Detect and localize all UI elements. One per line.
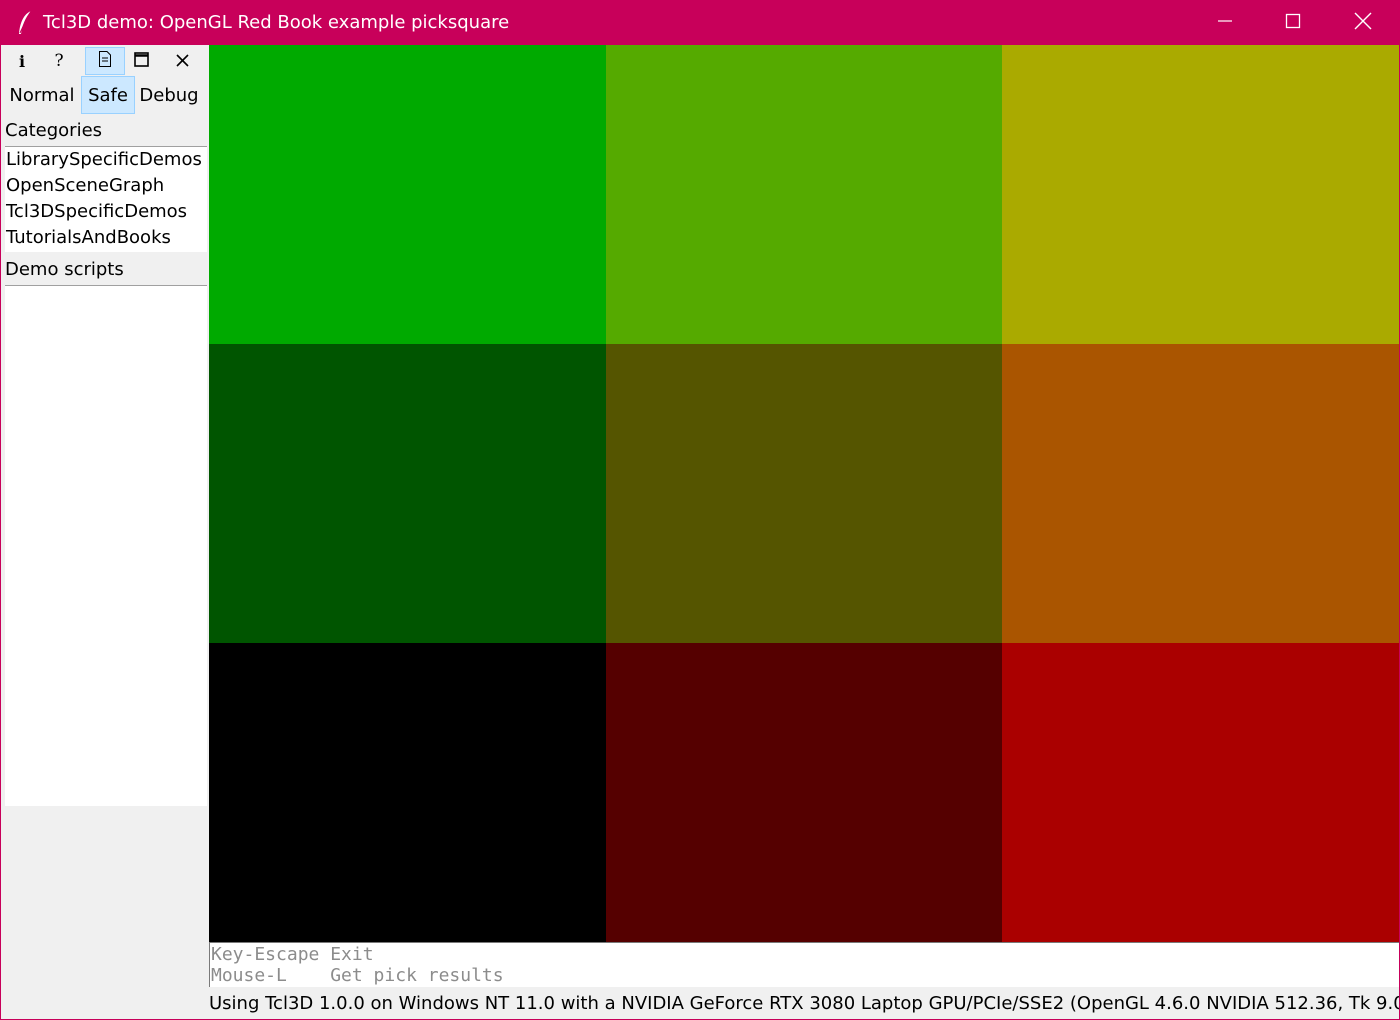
category-item[interactable]: Tcl3DSpecificDemos [5, 199, 207, 225]
sidebar: i ? Normal Safe Debug Categories Library… [2, 45, 208, 1019]
category-item[interactable]: TutorialsAndBooks [5, 225, 207, 251]
category-item[interactable]: OpenSceneGraph [5, 173, 207, 199]
info-button[interactable]: i [2, 47, 42, 75]
close-demo-button[interactable] [162, 47, 202, 75]
pick-square[interactable] [606, 643, 1002, 942]
close-button[interactable] [1329, 1, 1397, 45]
help-line: Key-Escape Exit [211, 944, 374, 965]
pick-square[interactable] [209, 45, 606, 344]
maximize-icon [1285, 13, 1301, 33]
demo-scripts-label: Demo scripts [5, 259, 124, 280]
pick-square[interactable] [1002, 643, 1399, 942]
window-button[interactable] [121, 47, 161, 75]
window-title: Tcl3D demo: OpenGL Red Book example pick… [43, 12, 510, 33]
pick-square[interactable] [606, 45, 1002, 344]
pick-square[interactable] [209, 344, 606, 643]
help-button[interactable]: ? [39, 47, 79, 75]
help-line: Mouse-L Get pick results [211, 965, 504, 986]
pick-square[interactable] [209, 643, 606, 942]
window-icon [133, 51, 149, 71]
pick-square[interactable] [1002, 344, 1399, 643]
minimize-button[interactable] [1191, 1, 1259, 45]
help-icon: ? [54, 51, 64, 71]
help-text: Key-Escape Exit Mouse-L Get pick results [209, 942, 1399, 987]
opengl-canvas[interactable] [209, 45, 1399, 942]
feather-icon [15, 10, 35, 36]
categories-label: Categories [5, 120, 103, 141]
source-view-button[interactable] [85, 47, 125, 75]
document-icon [98, 51, 112, 71]
title-bar[interactable]: Tcl3D demo: OpenGL Red Book example pick… [1, 1, 1399, 45]
status-bar: Using Tcl3D 1.0.0 on Windows NT 11.0 wit… [209, 993, 1399, 1014]
pick-square[interactable] [606, 344, 1002, 643]
maximize-button[interactable] [1259, 1, 1327, 45]
minimize-icon [1217, 13, 1233, 33]
demo-scripts-list[interactable] [5, 285, 207, 806]
mode-debug-button[interactable]: Debug [136, 76, 202, 114]
info-icon: i [18, 51, 26, 71]
close-icon [1354, 12, 1372, 34]
mode-normal-button[interactable]: Normal [4, 76, 80, 114]
app-window: Tcl3D demo: OpenGL Red Book example pick… [0, 0, 1400, 1020]
categories-list[interactable]: LibrarySpecificDemos OpenSceneGraph Tcl3… [5, 146, 207, 252]
mode-safe-button[interactable]: Safe [81, 76, 135, 114]
pick-square[interactable] [1002, 45, 1399, 344]
category-item[interactable]: LibrarySpecificDemos [5, 147, 207, 173]
close-icon [175, 52, 189, 71]
